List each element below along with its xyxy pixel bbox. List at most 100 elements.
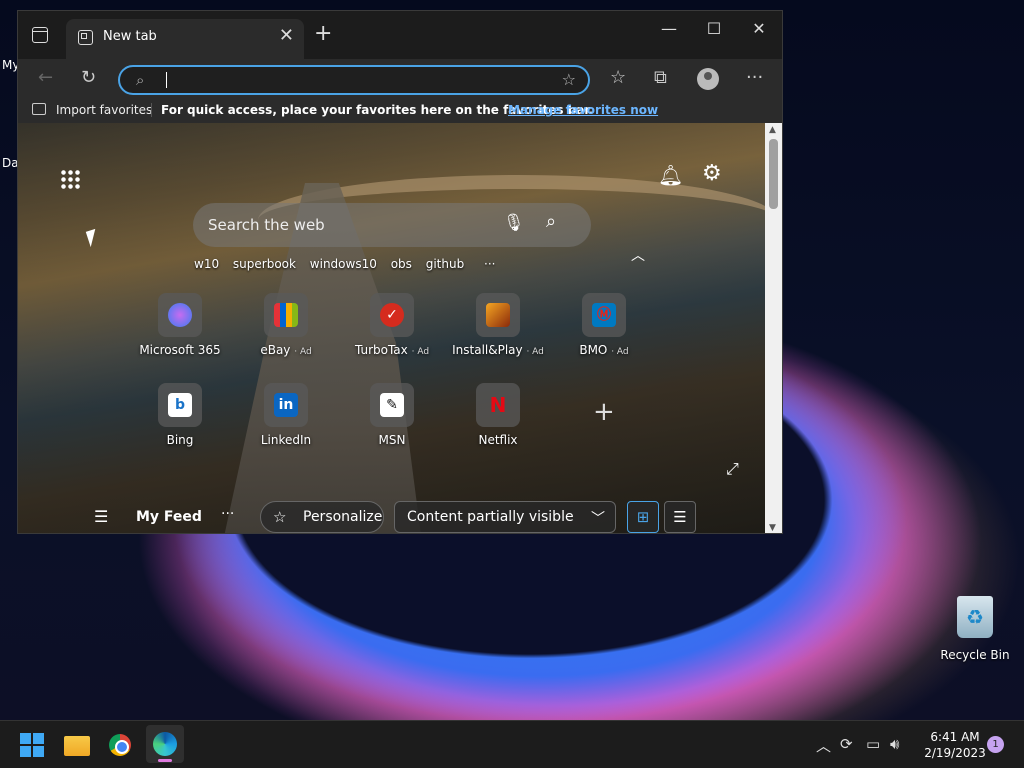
volume-icon[interactable]: 🔊︎: [890, 735, 899, 753]
edge-button[interactable]: [146, 725, 184, 763]
web-search-box[interactable]: Search the web 🎙︎ ⌕: [193, 203, 591, 247]
tile-label: eBay: [260, 343, 291, 357]
web-search-placeholder: Search the web: [208, 216, 325, 234]
bmo-icon: Ⓜ: [582, 293, 626, 337]
search-icon: ⌕: [136, 71, 145, 89]
tile-label: Bing: [166, 433, 194, 447]
my-feed-tab[interactable]: My Feed: [136, 509, 202, 525]
feed-bar: ☰ My Feed ··· ☆ Personalize Content part…: [18, 499, 766, 533]
quick-link-tile[interactable]: eBay · Ad: [231, 293, 341, 357]
ebay-icon: [264, 293, 308, 337]
notifications-bell-icon[interactable]: 🔔︎: [658, 163, 683, 187]
quick-search-item[interactable]: obs: [391, 257, 412, 271]
list-view-button[interactable]: ☰: [664, 501, 696, 533]
tab-close-icon[interactable]: ✕: [279, 25, 294, 46]
tab-new-tab[interactable]: New tab ✕: [66, 19, 304, 59]
collections-icon[interactable]: ⧉: [654, 67, 667, 88]
page-scrollbar[interactable]: ▲ ▼: [765, 123, 782, 533]
app-launcher-icon[interactable]: [60, 169, 80, 189]
netflix-icon: N: [476, 383, 520, 427]
feed-menu-icon[interactable]: ☰: [94, 507, 108, 526]
tile-label: MSN: [378, 433, 406, 447]
expand-icon[interactable]: ⤢: [726, 459, 739, 479]
profile-avatar[interactable]: [697, 68, 719, 90]
personalize-label: Personalize: [303, 509, 383, 525]
quick-link-tile[interactable]: Install&Play · Ad: [443, 293, 553, 357]
tile-label: Netflix: [478, 433, 518, 447]
quick-link-tile[interactable]: N Netflix: [443, 383, 553, 447]
import-favorites-button[interactable]: Import favorites: [56, 103, 152, 117]
quick-link-tile[interactable]: b Bing: [125, 383, 235, 447]
ad-badge: · Ad: [294, 347, 312, 357]
quick-search-item[interactable]: superbook: [233, 257, 296, 271]
ad-badge: · Ad: [411, 347, 430, 357]
add-favorite-icon[interactable]: ☆: [562, 70, 576, 89]
recycle-bin-icon: [957, 596, 993, 638]
scrollbar-thumb[interactable]: [769, 139, 778, 209]
start-button[interactable]: [16, 729, 48, 761]
notification-badge[interactable]: 1: [987, 736, 1004, 753]
personalize-star-icon: ☆: [273, 508, 287, 526]
scroll-down-icon[interactable]: ▼: [769, 523, 776, 533]
content-visibility-value: Content partially visible: [407, 509, 574, 525]
install-play-icon: [476, 293, 520, 337]
refresh-icon[interactable]: ↻: [81, 67, 96, 88]
favorites-bar: Import favorites For quick access, place…: [18, 99, 782, 123]
msn-icon: ✎: [370, 383, 414, 427]
tab-actions-icon[interactable]: [32, 27, 48, 43]
search-icon[interactable]: ⌕: [546, 211, 556, 232]
manage-favorites-link[interactable]: Manage favorites now: [508, 103, 658, 117]
back-icon[interactable]: ←: [38, 67, 53, 88]
turbotax-icon: ✓: [370, 293, 414, 337]
content-visibility-dropdown[interactable]: Content partially visible ﹀: [394, 501, 616, 533]
minimize-button[interactable]: —: [646, 19, 692, 38]
browser-toolbar: ← ↻ ⌕ ☆ ☆ ⧉ ···: [18, 59, 782, 99]
maximize-button[interactable]: ☐: [691, 19, 737, 38]
settings-gear-icon[interactable]: ⚙: [702, 161, 722, 186]
microphone-icon[interactable]: 🎙︎: [503, 213, 525, 233]
collapse-chevron-icon[interactable]: ︿: [631, 245, 645, 265]
address-bar[interactable]: ⌕ ☆: [118, 65, 590, 95]
system-clock[interactable]: 6:41 AM 2/19/2023: [918, 729, 992, 761]
chevron-down-icon: ﹀: [591, 511, 605, 527]
scroll-up-icon[interactable]: ▲: [769, 125, 776, 135]
personalize-button[interactable]: ☆ Personalize: [260, 501, 384, 533]
title-bar: New tab ✕ + — ☐ ✕: [18, 11, 782, 59]
quick-search-item[interactable]: github: [426, 257, 464, 271]
sync-icon[interactable]: ⟳: [840, 735, 853, 753]
bing-icon: b: [158, 383, 202, 427]
favorites-icon[interactable]: ☆: [610, 67, 626, 88]
quick-link-tile[interactable]: Microsoft 365: [125, 293, 235, 357]
clock-date: 2/19/2023: [924, 746, 986, 760]
more-options-icon[interactable]: ···: [746, 67, 763, 88]
tile-label: Install&Play: [452, 343, 523, 357]
recycle-bin[interactable]: Recycle Bin: [940, 596, 1010, 663]
quick-link-tile[interactable]: ✎ MSN: [337, 383, 447, 447]
chrome-button[interactable]: [104, 729, 136, 761]
show-hidden-icons[interactable]: ︿: [816, 735, 831, 756]
feed-more-icon[interactable]: ···: [221, 506, 234, 522]
new-tab-button[interactable]: +: [314, 21, 332, 46]
tile-label: LinkedIn: [260, 433, 312, 447]
tab-title: New tab: [103, 29, 157, 44]
tile-label: Microsoft 365: [139, 343, 221, 357]
close-window-button[interactable]: ✕: [736, 19, 782, 38]
new-tab-page: 🔔︎ ⚙ Search the web 🎙︎ ⌕ w10 superbook w…: [18, 123, 766, 533]
quick-search-item[interactable]: windows10: [310, 257, 377, 271]
quick-link-tile[interactable]: Ⓜ BMO · Ad: [549, 293, 659, 357]
quick-link-tile[interactable]: ✓ TurboTax · Ad: [337, 293, 447, 357]
quick-search-item[interactable]: w10: [194, 257, 219, 271]
file-explorer-button[interactable]: [60, 729, 92, 761]
tile-label: TurboTax: [354, 343, 408, 357]
text-caret: [166, 72, 167, 88]
add-site-icon[interactable]: +: [593, 397, 615, 427]
network-icon[interactable]: ▭: [866, 735, 880, 753]
recycle-bin-label: Recycle Bin: [940, 648, 1010, 662]
list-icon: ☰: [673, 508, 687, 526]
quick-link-tile[interactable]: in LinkedIn: [231, 383, 341, 447]
quick-search-more[interactable]: ···: [484, 257, 495, 271]
import-favorites-icon[interactable]: [32, 103, 46, 115]
clock-time: 6:41 AM: [930, 730, 980, 744]
grid-view-button[interactable]: ⊞: [627, 501, 659, 533]
quick-search-chips: w10 superbook windows10 obs github ···: [194, 257, 506, 271]
